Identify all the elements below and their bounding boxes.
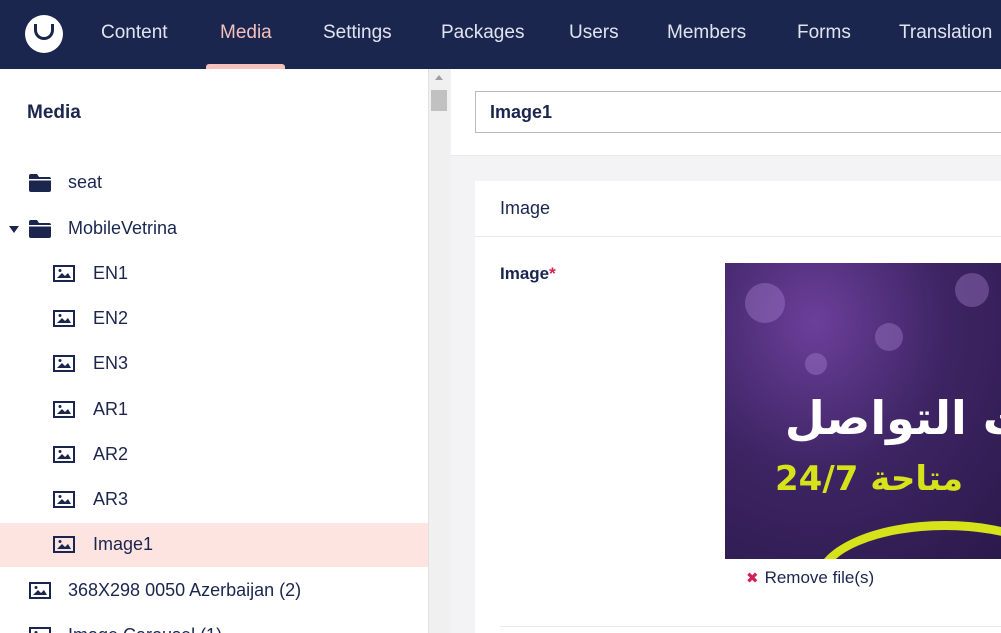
nav-tab-forms[interactable]: Forms [797,0,851,69]
tree-item-ar3[interactable]: AR3 [0,478,428,522]
nav-tab-settings[interactable]: Settings [323,0,392,69]
sidebar-scrollbar[interactable] [428,69,450,633]
image-icon [53,401,75,418]
nav-tab-members[interactable]: Members [667,0,746,69]
promo-headline: ت التواصل [784,391,1001,445]
bokeh-light [745,283,785,323]
panel-header: Image [475,181,1001,237]
tree-item-seat[interactable]: seat [0,161,428,205]
media-editor: Image Image* ت التواصل متاحة 24/7 ✖Remov… [451,69,1001,633]
folder-icon [29,174,51,192]
media-name-input[interactable] [475,91,1001,133]
nav-tab-media[interactable]: Media [220,0,272,69]
bokeh-light [875,323,903,351]
caret-down-icon[interactable] [9,226,19,233]
tree-item-label: EN2 [93,308,129,328]
tree-item-image-carousel[interactable]: Image Carousel (1) [0,614,428,633]
top-navigation: Content Media Settings Packages Users Me… [0,0,1001,69]
nav-tab-packages[interactable]: Packages [441,0,524,69]
promo-subline: متاحة 24/7 [775,459,964,499]
tree-item-en2[interactable]: EN2 [0,297,428,341]
remove-files-label: Remove file(s) [764,568,875,587]
folder-icon [29,220,51,238]
image-icon [53,310,75,327]
image-icon [53,491,75,508]
tree-item-label: Image Carousel (1) [68,625,222,633]
tree-item-label: EN3 [93,353,129,373]
scroll-up-arrow-icon[interactable] [435,75,443,80]
tree-item-image1[interactable]: Image1 [0,523,428,567]
tree-item-mobilevetrina[interactable]: MobileVetrina [0,207,428,251]
tree-item-azerbaijan[interactable]: 368X298 0050 Azerbaijan (2) [0,569,428,613]
tree-item-label: AR1 [93,399,129,419]
tree-item-label: AR2 [93,444,129,464]
nav-tab-users[interactable]: Users [569,0,619,69]
nav-tab-content[interactable]: Content [101,0,168,69]
image-icon [53,355,75,372]
remove-files-button[interactable]: ✖ Remove file(s) [746,568,874,588]
tree-item-label: Image1 [93,534,154,554]
image-icon [29,627,51,633]
sidebar-title[interactable]: Media [27,102,81,124]
image-field-label-text: Image [500,264,550,283]
tree-item-label: EN1 [93,263,129,283]
tree-item-label: MobileVetrina [68,218,178,238]
image-icon [53,265,75,282]
image-preview[interactable]: ت التواصل متاحة 24/7 [725,263,1001,559]
tree-item-en3[interactable]: EN3 [0,342,428,386]
image-icon [53,446,75,463]
image-properties-panel: Image Image* ت التواصل متاحة 24/7 ✖Remov… [475,181,1001,633]
tree-item-label: 368X298 0050 Azerbaijan (2) [68,580,302,600]
media-tree-sidebar: Media seat MobileVetrina EN1 EN2 EN3 AR1… [0,69,428,633]
bokeh-light [955,273,989,307]
scrollbar-thumb[interactable] [431,90,447,111]
tree-item-label: AR3 [93,489,129,509]
logo-u-glyph [34,24,54,40]
tree-item-ar1[interactable]: AR1 [0,388,428,432]
image-field-label: Image* [500,264,556,284]
umbraco-logo[interactable] [25,15,63,53]
editor-header [451,69,1001,156]
bokeh-light [805,353,827,375]
required-marker: * [549,264,556,283]
image-icon [53,536,75,553]
panel-group-title: Image [500,198,551,218]
image-icon [29,582,51,599]
tree-item-en1[interactable]: EN1 [0,252,428,296]
tree-item-label: seat [68,172,103,192]
divider [500,626,1001,627]
nav-tab-translation[interactable]: Translation [899,0,992,69]
close-icon: ✖ [746,570,759,587]
tree-item-ar2[interactable]: AR2 [0,433,428,477]
promo-arc-graphic [815,521,1001,559]
